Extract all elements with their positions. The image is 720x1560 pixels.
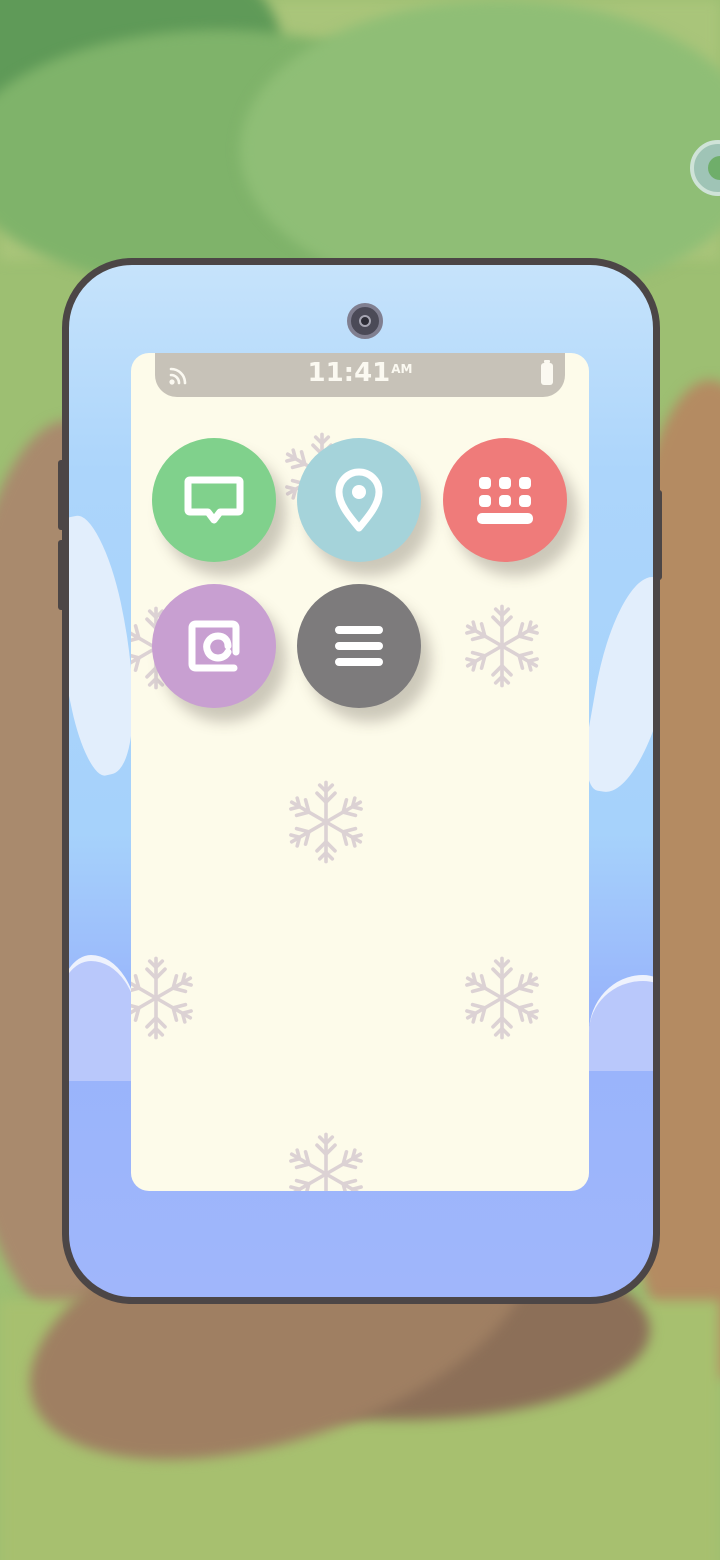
chat-bubble-icon — [184, 476, 244, 524]
at-sign-icon — [188, 620, 240, 672]
clock-ampm: AM — [391, 362, 413, 376]
messages-app-button[interactable] — [152, 438, 276, 562]
snow-decoration — [578, 570, 653, 800]
status-bar: 11:41AM — [155, 353, 565, 397]
snowflake-icon — [285, 780, 367, 864]
menu-app-button[interactable] — [297, 584, 421, 708]
snowflake-icon — [461, 604, 543, 688]
camera-icon — [347, 303, 383, 339]
clock-time: 11:41 — [307, 358, 391, 388]
keyboard-app-button[interactable] — [443, 438, 567, 562]
snow-decoration — [69, 955, 139, 1081]
battery-icon — [541, 360, 553, 385]
keyboard-icon — [477, 477, 533, 524]
hamburger-menu-icon — [335, 626, 383, 666]
phone-device: 11:41AM — [62, 258, 660, 1304]
status-clock: 11:41AM — [155, 358, 565, 388]
location-pin-icon — [335, 468, 383, 532]
snowflake-icon — [461, 956, 543, 1040]
contacts-app-button[interactable] — [152, 584, 276, 708]
map-app-button[interactable] — [297, 438, 421, 562]
snowflake-icon — [285, 1132, 367, 1191]
snowflake-icon — [131, 956, 197, 1040]
phone-screen: 11:41AM — [131, 353, 589, 1191]
snow-decoration — [589, 975, 653, 1071]
